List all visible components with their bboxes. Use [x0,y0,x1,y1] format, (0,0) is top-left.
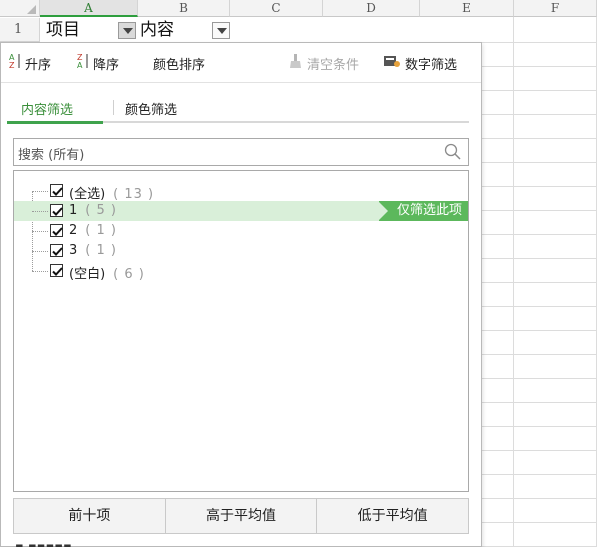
list-item-1[interactable]: 1 ( 5 ) 仅筛选此项 [14,201,468,221]
checkbox[interactable] [50,204,63,217]
clear-conditions-label: 清空条件 [307,57,360,73]
search-placeholder: 搜索 (所有) [18,148,85,163]
filter-tabs: 内容筛选 颜色筛选 [7,95,469,124]
item-label: 2 ( 1 ) [69,223,117,238]
number-filter-button[interactable]: 数字筛选 [383,53,457,73]
sort-toolbar: A Z 升序 Z A 降序 颜色排序 清空条件 数字筛选 [1,43,481,83]
number-filter-label: 数字筛选 [405,57,458,73]
column-header-c[interactable]: C [230,0,323,17]
column-header-d[interactable]: D [323,0,420,17]
sort-descending-label: 降序 [93,57,120,73]
below-average-button[interactable]: 低于平均值 [317,499,468,533]
broom-icon [289,53,303,73]
item-label: 3 ( 1 ) [69,243,117,258]
item-count: ( 13 ) [113,187,155,202]
item-text: 3 [69,243,78,258]
svg-text:Z: Z [9,61,15,69]
filter-dropdown-b-button[interactable] [212,22,230,39]
item-text: (全选) [69,187,106,202]
list-item-blank[interactable]: (空白) ( 6 ) [14,261,468,282]
color-sort-button[interactable]: 颜色排序 [153,53,205,73]
item-label: (空白) ( 6 ) [69,263,145,282]
tab-color-filter[interactable]: 颜色筛选 [125,99,177,118]
active-tab-underline [7,121,103,124]
only-filter-this-button[interactable]: 仅筛选此项 [377,201,468,221]
sort-ascending-icon: A Z [9,53,21,73]
tab-separator [113,100,114,115]
color-sort-label: 颜色排序 [153,57,206,73]
list-item-2[interactable]: 2 ( 1 ) [14,221,468,241]
item-count: ( 1 ) [85,243,117,258]
cut-off-option: ▪ ▪▪▪▪▪ [15,540,72,547]
column-header-a[interactable]: A [40,0,138,17]
select-all-corner[interactable] [0,0,40,17]
filter-value-list: (全选) ( 13 ) 1 ( 5 ) 仅筛选此项 2 ( 1 ) 3 (1) (… [13,170,469,492]
tree-branch [32,191,48,192]
autofilter-panel: A Z 升序 Z A 降序 颜色排序 清空条件 数字筛选 内容筛选 颜色筛选 搜… [0,42,482,547]
tree-branch [32,231,48,232]
checkbox[interactable] [50,184,63,197]
tree-branch [32,251,48,252]
item-count: ( 1 ) [85,223,117,238]
quick-filter-buttons: 前十项 高于平均值 低于平均值 [13,498,469,534]
sort-descending-icon: Z A [77,53,89,73]
list-item-3[interactable]: 3 ( 1 ) [14,241,468,261]
item-label: (全选) ( 13 ) [69,183,154,202]
item-text: (空白) [69,267,106,282]
number-filter-icon [383,53,401,73]
checkbox[interactable] [50,264,63,277]
search-input[interactable]: 搜索 (所有) [13,138,469,166]
cell-a1[interactable]: 项目 [46,18,80,42]
sort-ascending-button[interactable]: A Z 升序 [9,53,51,73]
sort-descending-button[interactable]: Z A 降序 [77,53,119,73]
cell-b1[interactable]: 内容 [140,18,174,42]
column-header-e[interactable]: E [420,0,514,17]
sort-ascending-label: 升序 [25,57,52,73]
checkbox[interactable] [50,224,63,237]
svg-text:A: A [77,61,83,69]
above-average-button[interactable]: 高于平均值 [166,499,318,533]
list-item-select-all[interactable]: (全选) ( 13 ) [14,181,468,202]
item-count: ( 6 ) [113,267,145,282]
tab-content-filter[interactable]: 内容筛选 [21,99,73,118]
filter-dropdown-a-button[interactable] [118,22,136,39]
item-text: 2 [69,223,78,238]
item-count: ( 5 ) [85,203,117,218]
item-text: 1 [69,203,78,218]
row-header-1[interactable]: 1 [0,18,40,42]
item-label: 1 ( 5 ) [69,203,117,218]
top-ten-button[interactable]: 前十项 [14,499,166,533]
checkbox[interactable] [50,244,63,257]
column-header-f[interactable]: F [514,0,597,17]
search-icon[interactable] [444,143,461,160]
clear-conditions-button[interactable]: 清空条件 [289,53,359,73]
column-header-b[interactable]: B [138,0,230,17]
tree-branch [32,211,48,212]
tree-branch [32,271,48,272]
